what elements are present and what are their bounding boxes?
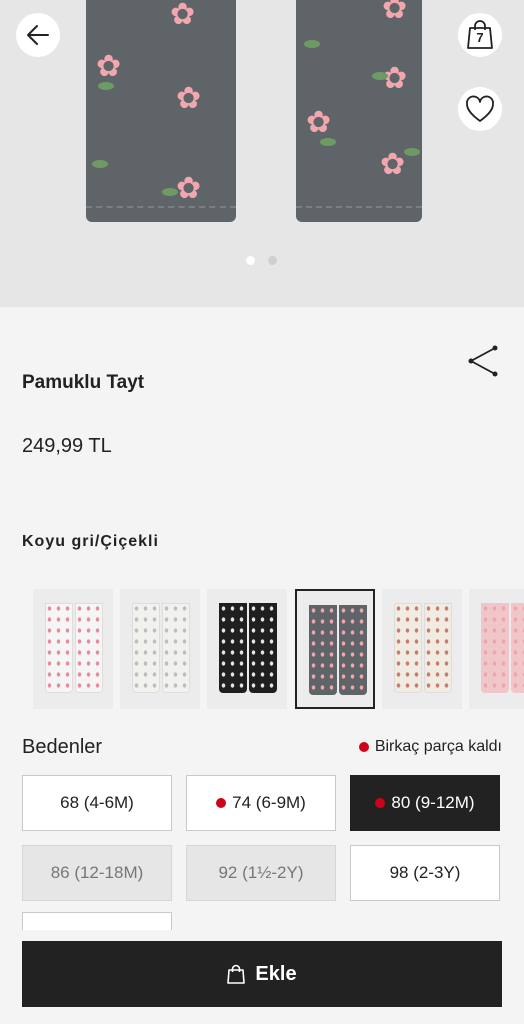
product-image-left-leg	[86, 0, 236, 222]
size-option[interactable]: 68 (4-6M)	[22, 775, 172, 831]
color-swatch[interactable]	[33, 589, 113, 709]
selected-color-name: Koyu gri/Çiçekli	[22, 533, 159, 550]
arrow-left-icon	[27, 25, 49, 45]
flower-print: ✿	[176, 82, 202, 115]
leaf-print	[162, 188, 178, 196]
size-option-label: 92 (1½-2Y)	[218, 863, 304, 882]
swatch-legging-image	[45, 603, 73, 693]
hem-stitch	[86, 206, 236, 208]
low-stock-legend: Birkaç parça kaldı	[358, 738, 502, 756]
swatch-legging-image	[309, 605, 337, 695]
flower-print: ✿	[306, 106, 332, 139]
size-option[interactable]: 92 (1½-2Y)	[186, 845, 336, 901]
leaf-print	[372, 72, 388, 80]
size-option[interactable]: 80 (9-12M)	[350, 775, 500, 831]
carousel-dot[interactable]	[268, 256, 277, 265]
size-option-label: 98 (2-3Y)	[389, 863, 461, 882]
swatch-legging-image	[511, 603, 524, 693]
leaf-print	[304, 40, 320, 48]
product-image-carousel[interactable]: ✿ ✿ ✿ ✿ ✿ ✿ ✿ ✿ 7	[0, 0, 524, 307]
low-stock-dot-icon	[358, 742, 369, 752]
low-stock-dot-icon	[216, 798, 227, 808]
color-swatch[interactable]	[207, 589, 287, 709]
back-button[interactable]	[16, 13, 60, 57]
color-swatch[interactable]	[469, 589, 524, 709]
flower-print: ✿	[380, 148, 406, 181]
heart-icon	[466, 95, 494, 122]
flower-print: ✿	[382, 62, 408, 95]
size-option-label: 86 (12-18M)	[50, 863, 144, 882]
product-title: Pamuklu Tayt	[22, 372, 145, 393]
swatch-legging-image	[481, 603, 509, 693]
size-option[interactable]: 74 (6-9M)	[186, 775, 336, 831]
product-price: 249,99 TL	[22, 435, 112, 457]
leaf-print	[98, 82, 114, 90]
sizes-heading: Bedenler	[22, 736, 103, 758]
color-swatch[interactable]	[382, 589, 462, 709]
low-stock-dot-icon	[375, 798, 386, 808]
flower-print: ✿	[176, 172, 202, 205]
hem-stitch	[296, 206, 422, 208]
add-to-bag-label: Ekle	[255, 962, 297, 985]
swatch-legging-image	[132, 603, 160, 693]
size-option-label: 80 (9-12M)	[391, 793, 475, 812]
flower-print: ✿	[96, 50, 122, 83]
carousel-dot-active[interactable]	[246, 256, 255, 265]
leaf-print	[320, 138, 336, 146]
share-icon	[468, 345, 498, 377]
bag-count-badge: 7	[476, 30, 484, 45]
add-to-bag-button[interactable]: Ekle	[22, 941, 502, 1007]
shopping-bag-button[interactable]: 7	[458, 13, 502, 57]
swatch-legging-image	[394, 603, 422, 693]
flower-print: ✿	[170, 0, 196, 31]
low-stock-text: Birkaç parça kaldı	[374, 738, 502, 755]
leaf-print	[404, 148, 420, 156]
share-button[interactable]	[466, 344, 500, 378]
flower-print: ✿	[382, 0, 408, 25]
size-option-label: 74 (6-9M)	[232, 793, 306, 812]
swatch-legging-image	[75, 603, 103, 693]
swatch-legging-image	[249, 603, 277, 693]
favorite-button[interactable]	[458, 87, 502, 131]
shopping-bag-icon	[227, 964, 246, 984]
swatch-legging-image	[219, 603, 247, 693]
swatch-legging-image	[424, 603, 452, 693]
swatch-legging-image	[162, 603, 190, 693]
size-option-label: 68 (4-6M)	[60, 793, 134, 812]
color-swatch[interactable]	[120, 589, 200, 709]
size-option[interactable]: 86 (12-18M)	[22, 845, 172, 901]
size-option[interactable]: 98 (2-3Y)	[350, 845, 500, 901]
leaf-print	[92, 160, 108, 168]
swatch-legging-image	[339, 605, 367, 695]
color-swatch[interactable]	[295, 589, 375, 709]
